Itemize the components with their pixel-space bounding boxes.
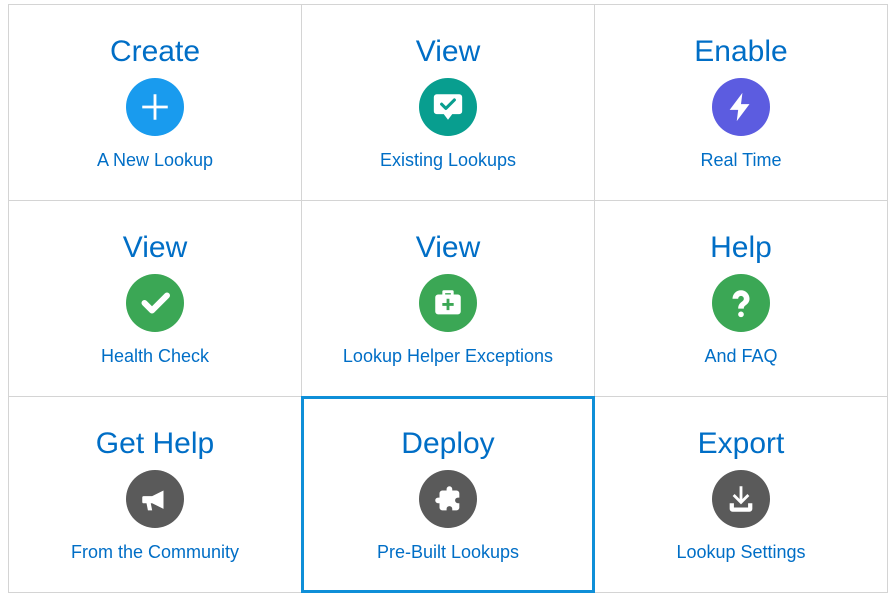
- card-deploy[interactable]: Deploy Pre-Built Lookups: [301, 396, 595, 593]
- card-title: View: [416, 231, 480, 264]
- megaphone-icon: [126, 470, 184, 528]
- card-subtitle: A New Lookup: [97, 150, 213, 171]
- bolt-icon: [712, 78, 770, 136]
- card-export[interactable]: Export Lookup Settings: [594, 396, 888, 593]
- card-community[interactable]: Get Help From the Community: [8, 396, 302, 593]
- card-subtitle: And FAQ: [704, 346, 777, 367]
- card-subtitle: Existing Lookups: [380, 150, 516, 171]
- card-view-existing[interactable]: View Existing Lookups: [301, 4, 595, 201]
- card-subtitle: Health Check: [101, 346, 209, 367]
- puzzle-icon: [419, 470, 477, 528]
- card-create[interactable]: Create A New Lookup: [8, 4, 302, 201]
- card-title: View: [123, 231, 187, 264]
- question-icon: [712, 274, 770, 332]
- card-subtitle: Lookup Helper Exceptions: [343, 346, 553, 367]
- card-title: Get Help: [96, 427, 214, 460]
- card-title: Export: [698, 427, 785, 460]
- medkit-icon: [419, 274, 477, 332]
- card-enable[interactable]: Enable Real Time: [594, 4, 888, 201]
- card-subtitle: Real Time: [700, 150, 781, 171]
- card-title: Create: [110, 35, 200, 68]
- card-health-check[interactable]: View Health Check: [8, 200, 302, 397]
- card-title: Help: [710, 231, 772, 264]
- card-help[interactable]: Help And FAQ: [594, 200, 888, 397]
- card-title: View: [416, 35, 480, 68]
- card-subtitle: From the Community: [71, 542, 239, 563]
- download-icon: [712, 470, 770, 528]
- card-title: Enable: [694, 35, 787, 68]
- card-subtitle: Pre-Built Lookups: [377, 542, 519, 563]
- plus-icon: [126, 78, 184, 136]
- card-exceptions[interactable]: View Lookup Helper Exceptions: [301, 200, 595, 397]
- card-subtitle: Lookup Settings: [676, 542, 805, 563]
- card-title: Deploy: [401, 427, 494, 460]
- check-icon: [126, 274, 184, 332]
- chat-check-icon: [419, 78, 477, 136]
- card-grid: Create A New Lookup View Existing Lookup…: [9, 5, 888, 593]
